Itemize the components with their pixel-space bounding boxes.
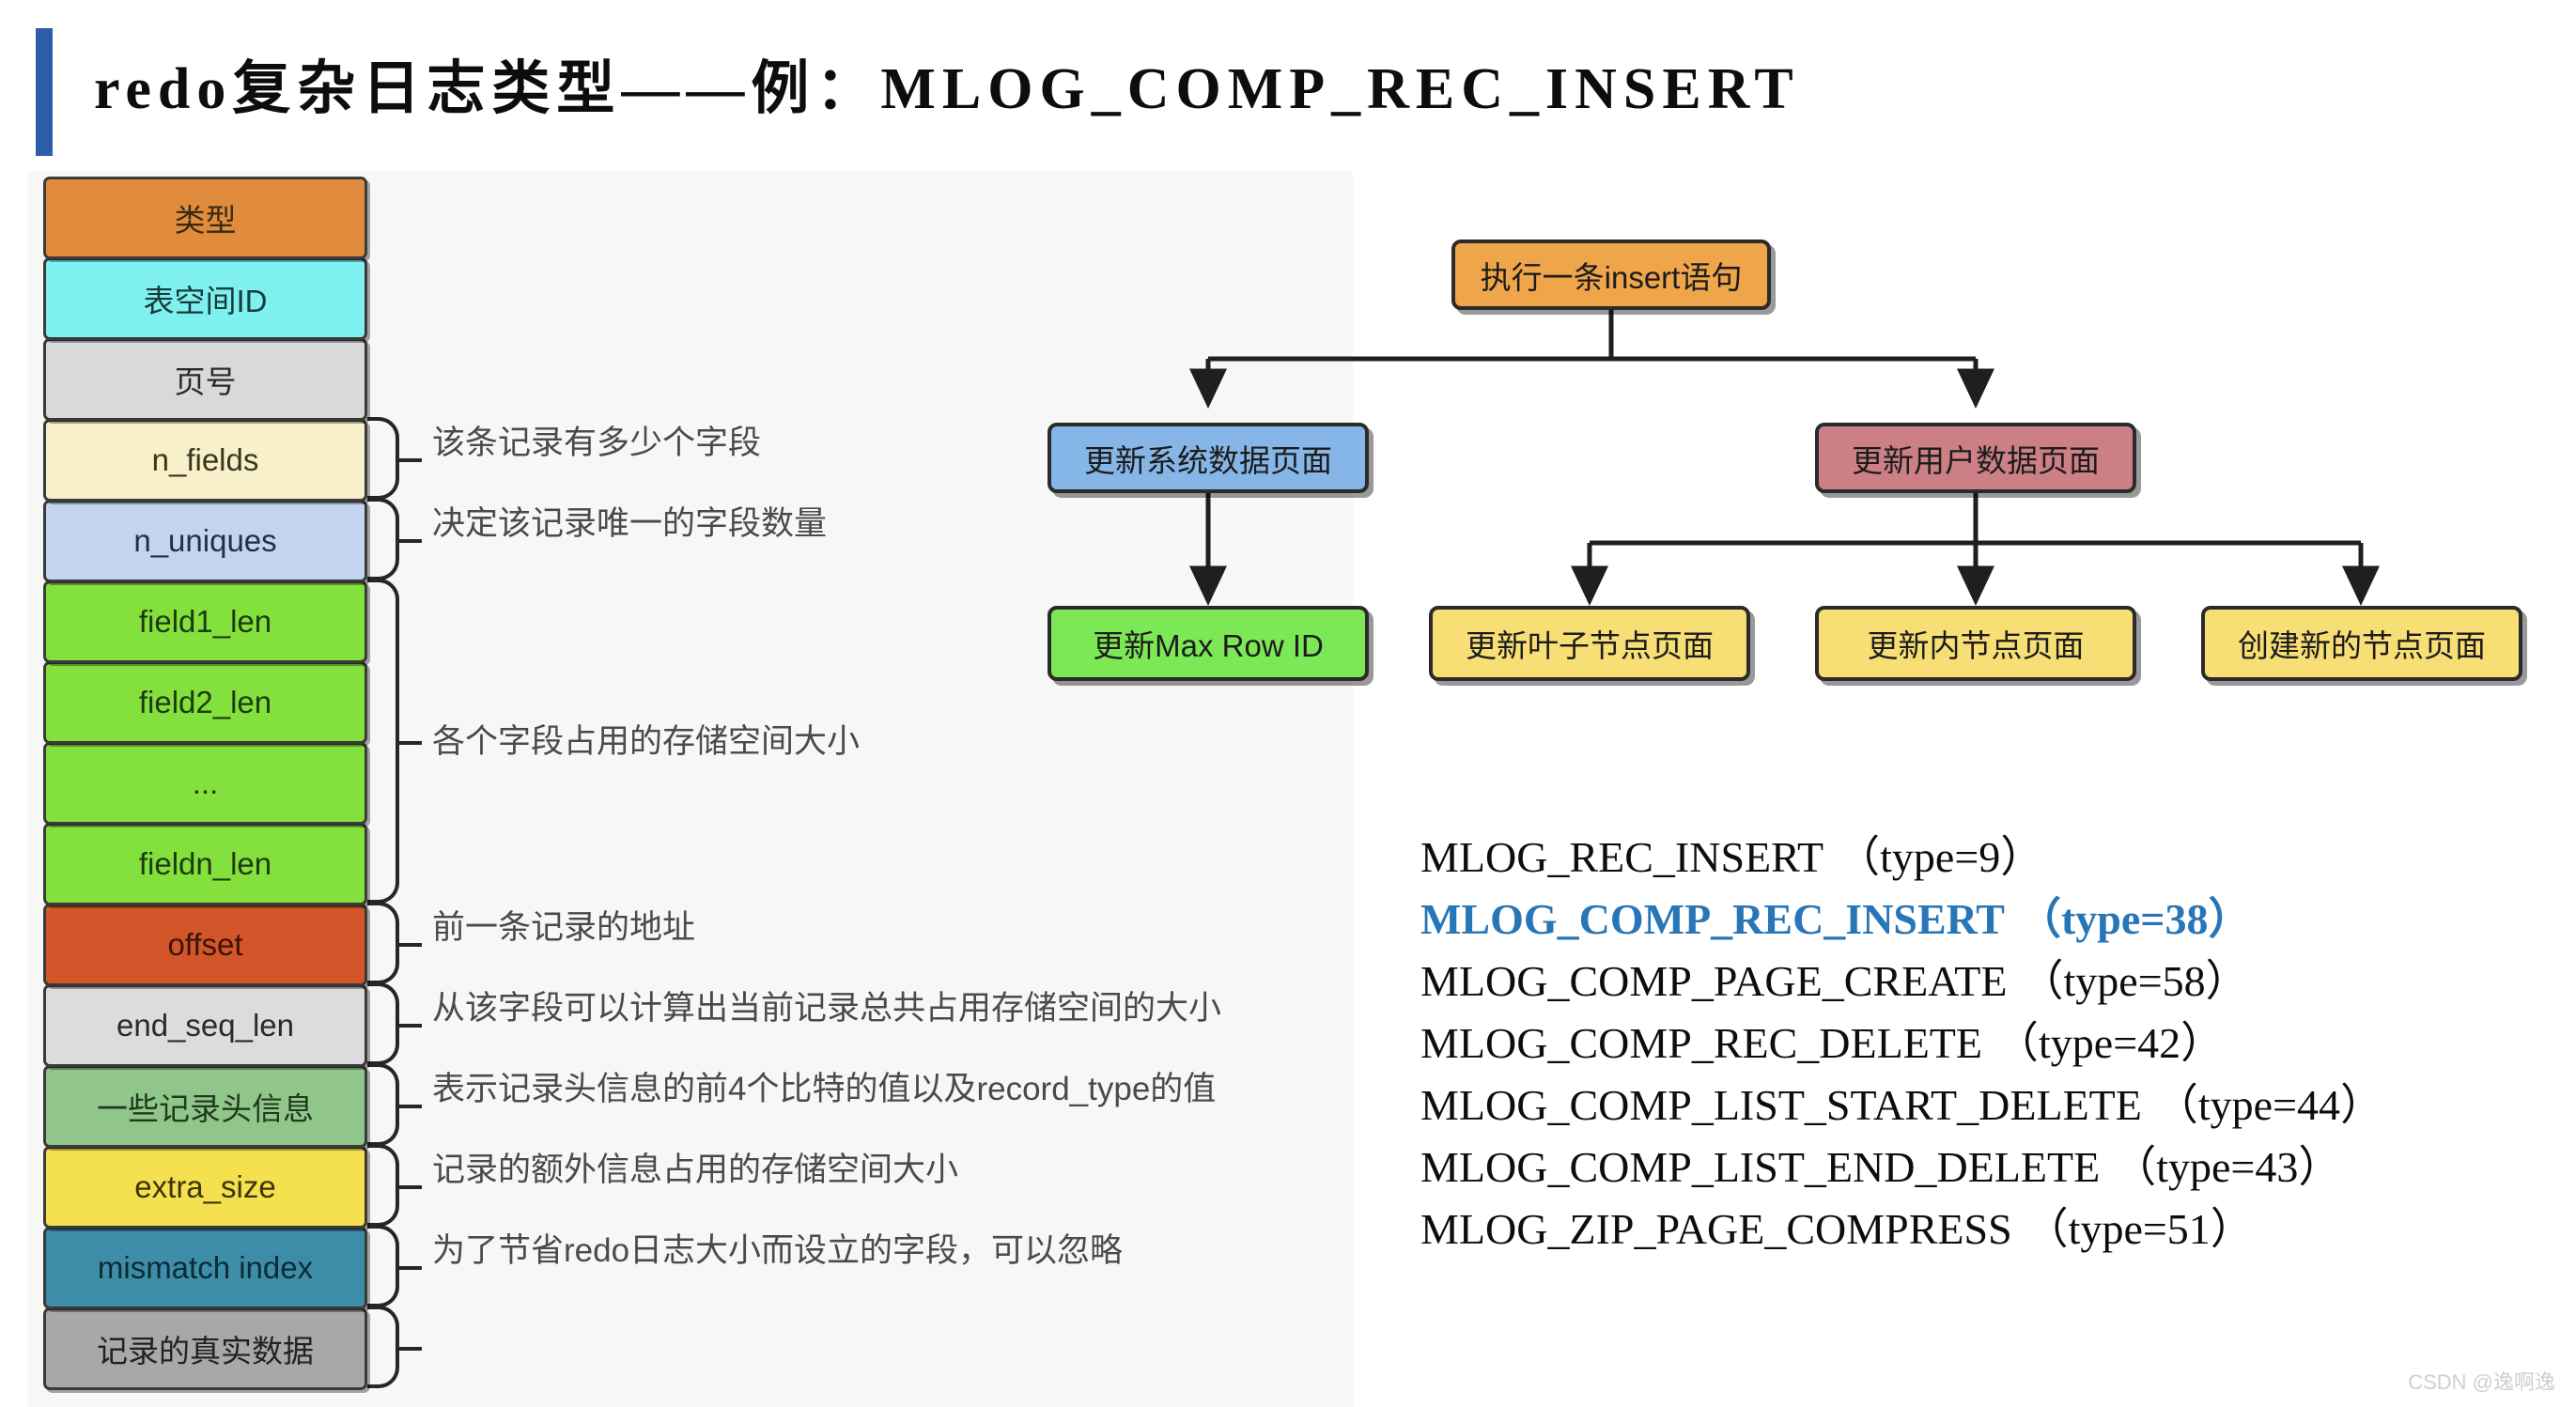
field-annotation-text: 该条记录有多少个字段 <box>432 425 762 461</box>
mlog-type-row: MLOG_REC_INSERT （type=9） <box>1420 827 2383 889</box>
record-field-box: 表空间ID <box>43 257 367 340</box>
record-field-label: mismatch index <box>97 1250 314 1285</box>
field-annotation-text: 前一条记录的地址 <box>432 909 696 946</box>
record-field-label: offset <box>167 927 243 962</box>
record-field-box: n_uniques <box>43 500 367 582</box>
flowchart-node-update-inner: 更新内节点页面 <box>1815 606 2136 681</box>
brace-connector-line <box>397 1105 422 1108</box>
mlog-type-name: MLOG_COMP_REC_DELETE <box>1420 1019 1982 1067</box>
mlog-type-list: MLOG_REC_INSERT （type=9） MLOG_COMP_REC_INS… <box>1420 827 2383 1260</box>
mlog-type-name: MLOG_COMP_PAGE_CREATE <box>1420 957 2008 1005</box>
record-field-box: ... <box>43 742 367 825</box>
record-field-label: fieldn_len <box>138 846 272 881</box>
brace-connector-line <box>397 458 422 462</box>
mlog-type-value: （type=38） <box>2017 895 2252 943</box>
mlog-type-name: MLOG_REC_INSERT <box>1420 833 1824 881</box>
record-field-box: mismatch index <box>43 1227 367 1309</box>
mlog-type-value: （type=43） <box>2113 1143 2342 1191</box>
record-field-label: field2_len <box>138 685 272 719</box>
record-field-label: n_uniques <box>133 523 277 558</box>
record-field-box: field1_len <box>43 580 367 663</box>
mlog-type-value: （type=51） <box>2025 1205 2254 1253</box>
field-group-brace <box>367 1063 399 1146</box>
flowchart-node-label: 更新内节点页面 <box>1867 628 2085 663</box>
field-annotation-text: 各个字段占用的存储空间大小 <box>432 723 861 760</box>
mlog-type-row: MLOG_COMP_LIST_START_DELETE （type=44） <box>1420 1075 2383 1136</box>
field-group-brace <box>367 498 399 580</box>
field-group-brace <box>367 579 399 904</box>
field-annotation-text: 为了节省redo日志大小而设立的字段，可以忽略 <box>432 1232 1124 1269</box>
record-field-label: ... <box>192 765 219 800</box>
mlog-type-name: MLOG_COMP_REC_INSERT <box>1420 895 2005 943</box>
flowchart-node-update-user: 更新用户数据页面 <box>1815 423 2136 493</box>
field-group-brace <box>367 1144 399 1227</box>
record-field-box: 类型 <box>43 177 367 259</box>
record-field-box: field2_len <box>43 661 367 744</box>
field-group-brace <box>367 1306 399 1388</box>
record-field-label: end_seq_len <box>116 1008 294 1043</box>
record-field-label: 记录的真实数据 <box>97 1334 314 1368</box>
record-field-box: fieldn_len <box>43 823 367 905</box>
mlog-type-row: MLOG_COMP_REC_DELETE （type=42） <box>1420 1013 2383 1075</box>
record-field-label: extra_size <box>134 1169 276 1204</box>
record-field-stack: 类型表空间ID 页号 n_fields n_uniques field1_lenfiel… <box>43 177 367 1390</box>
brace-connector-line <box>397 1266 422 1270</box>
record-field-box: 一些记录头信息 <box>43 1065 367 1148</box>
flowchart-node-update-leaf: 更新叶子节点页面 <box>1429 606 1750 681</box>
mlog-type-name: MLOG_COMP_LIST_START_DELETE <box>1420 1081 2142 1129</box>
record-field-label: field1_len <box>138 604 272 639</box>
mlog-type-row: MLOG_COMP_REC_INSERT （type=38） <box>1420 889 2383 951</box>
record-field-label: 表空间ID <box>143 284 268 318</box>
page-title: redo复杂日志类型——例：MLOG_COMP_REC_INSERT <box>94 57 1800 121</box>
mlog-type-name: MLOG_ZIP_PAGE_COMPRESS <box>1420 1205 2012 1253</box>
brace-connector-line <box>397 539 422 543</box>
mlog-type-value: （type=42） <box>1995 1019 2225 1067</box>
mlog-type-row: MLOG_COMP_PAGE_CREATE （type=58） <box>1420 951 2383 1013</box>
record-field-box: 页号 <box>43 338 367 421</box>
record-field-label: 一些记录头信息 <box>97 1091 314 1126</box>
record-field-box: offset <box>43 904 367 986</box>
brace-connector-line <box>397 741 422 745</box>
field-group-brace <box>367 1225 399 1307</box>
flowchart-node-label: 更新用户数据页面 <box>1852 442 2100 478</box>
title-accent-bar <box>36 28 53 156</box>
record-field-label: 类型 <box>174 203 237 238</box>
record-field-box: n_fields <box>43 419 367 502</box>
flowchart-node-label: 更新叶子节点页面 <box>1466 628 1714 663</box>
brace-connector-line <box>397 1347 422 1351</box>
mlog-type-value: （type=58） <box>2020 957 2249 1005</box>
flowchart-node-create-new-node: 创建新的节点页面 <box>2201 606 2522 681</box>
watermark: CSDN @逸啊逸 <box>2408 1370 2555 1394</box>
mlog-type-name: MLOG_COMP_LIST_END_DELETE <box>1420 1143 2101 1191</box>
brace-connector-line <box>397 1185 422 1189</box>
brace-connector-line <box>397 1024 422 1028</box>
record-field-box: end_seq_len <box>43 984 367 1067</box>
field-group-brace <box>367 902 399 984</box>
mlog-type-value: （type=9） <box>1837 833 2044 881</box>
mlog-type-row: MLOG_COMP_LIST_END_DELETE （type=43） <box>1420 1136 2383 1198</box>
flowchart-node-label: 执行一条insert语句 <box>1480 259 1743 295</box>
record-field-label: 页号 <box>174 364 237 399</box>
field-annotation-text: 记录的额外信息占用的存储空间大小 <box>432 1152 959 1188</box>
field-group-brace <box>367 982 399 1065</box>
record-field-box: 记录的真实数据 <box>43 1307 367 1390</box>
field-annotation-text: 表示记录头信息的前4个比特的值以及record_type的值 <box>432 1071 1217 1107</box>
field-group-brace <box>367 417 399 500</box>
record-field-box: extra_size <box>43 1146 367 1229</box>
field-annotation-text: 决定该记录唯一的字段数量 <box>432 505 828 542</box>
record-field-label: n_fields <box>151 442 259 477</box>
flowchart-node-exec-insert: 执行一条insert语句 <box>1451 240 1771 310</box>
title-bar: redo复杂日志类型——例：MLOG_COMP_REC_INSERT <box>0 0 2576 169</box>
brace-connector-line <box>397 943 422 947</box>
mlog-type-row: MLOG_ZIP_PAGE_COMPRESS （type=51） <box>1420 1198 2383 1260</box>
flowchart-node-label: 创建新的节点页面 <box>2238 628 2486 663</box>
field-annotation-text: 从该字段可以计算出当前记录总共占用存储空间的大小 <box>432 990 1222 1027</box>
mlog-type-value: （type=44） <box>2154 1081 2384 1129</box>
